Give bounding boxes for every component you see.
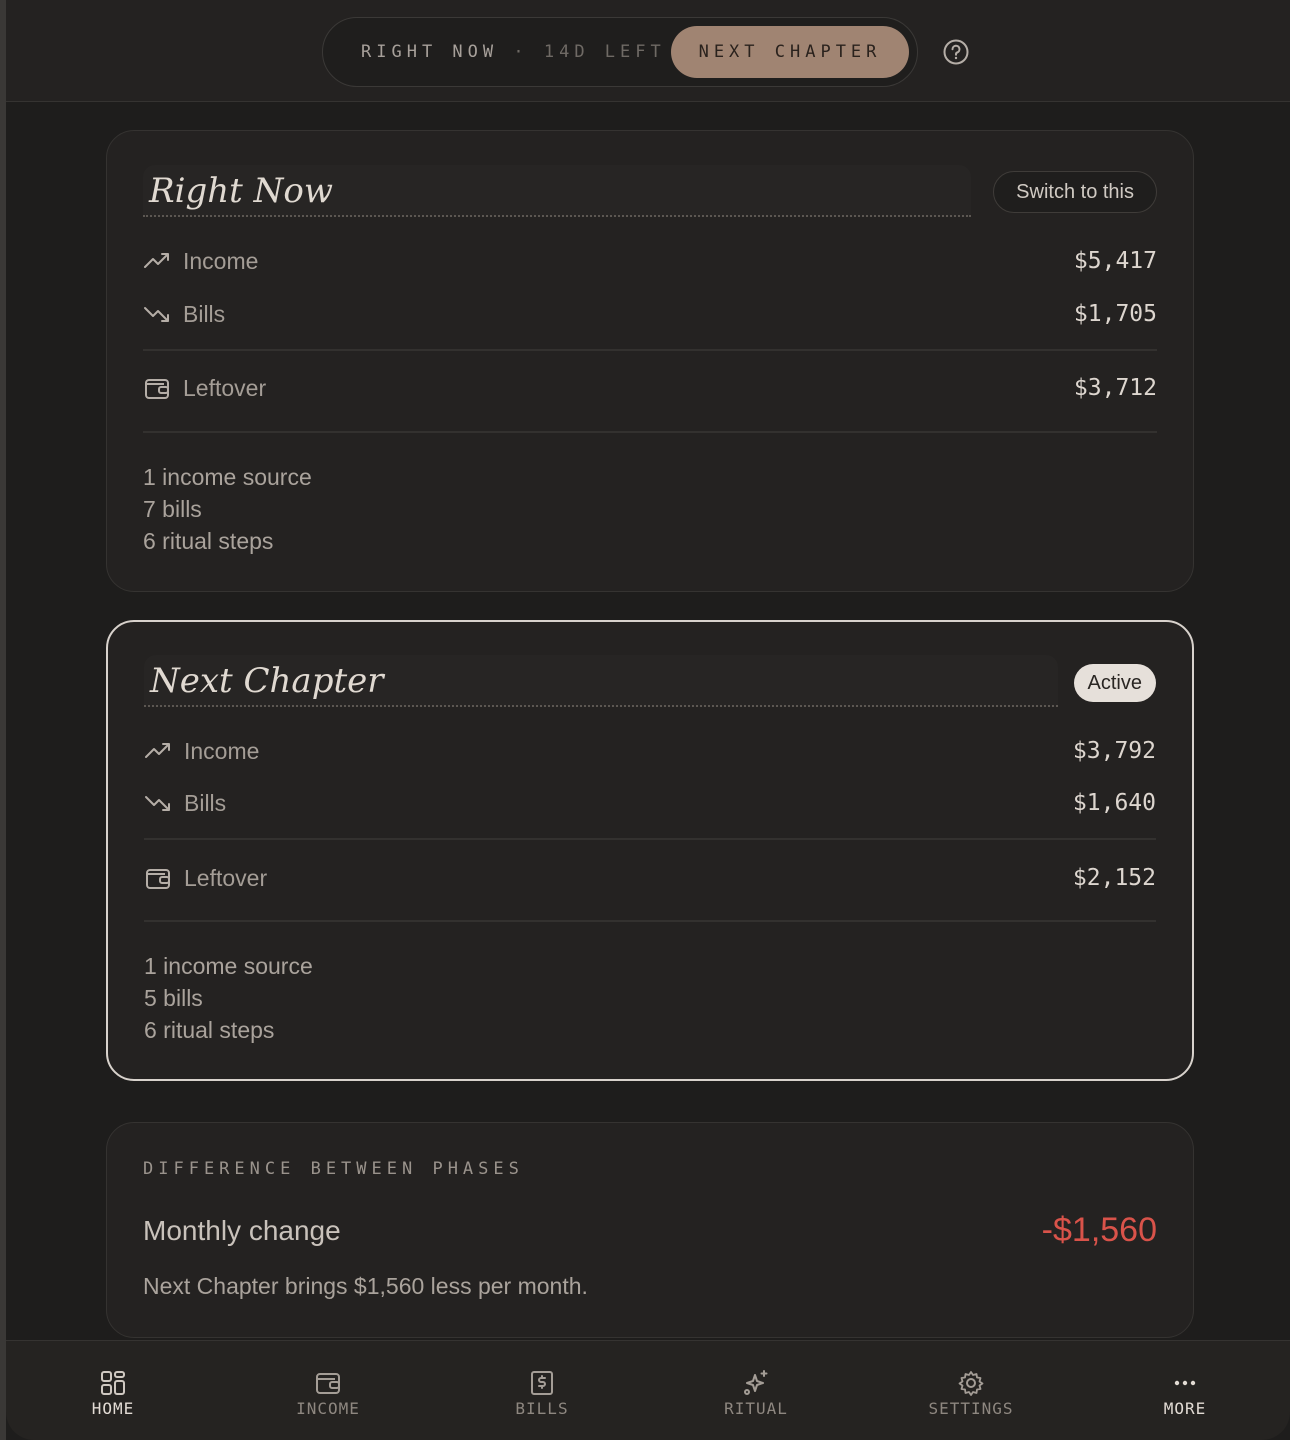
- phase-segmented-control: RIGHT NOW · 14D LEFT NEXT CHAPTER: [322, 17, 918, 87]
- phase-meta: 1 income source 7 bills 6 ritual steps: [143, 461, 312, 557]
- nav-income[interactable]: INCOME: [248, 1341, 408, 1440]
- bills-value: $1,640: [1072, 790, 1156, 816]
- bills-row: Bills $1,705: [143, 294, 1157, 334]
- segment-right-now-label: RIGHT NOW: [361, 42, 499, 62]
- phase-meta: 1 income source 5 bills 6 ritual steps: [144, 950, 313, 1046]
- nav-home[interactable]: HOME: [33, 1341, 193, 1440]
- nav-more[interactable]: MORE: [1105, 1341, 1265, 1440]
- trending-up-icon: [144, 253, 169, 268]
- bills-label: Bills: [184, 790, 227, 816]
- leftover-value: $3,712: [1073, 375, 1157, 401]
- phase-name-field[interactable]: Next Chapter: [144, 655, 1058, 707]
- receipt-dollar-icon: [531, 1371, 553, 1395]
- meta-ritual-steps: 6 ritual steps: [143, 528, 274, 554]
- leftover-row: Leftover $2,152: [144, 858, 1156, 898]
- phase-card-right-now: Right Now Switch to this Income $5,417 B…: [106, 130, 1194, 592]
- income-row: Income $3,792: [144, 731, 1156, 771]
- meta-income-sources: 1 income source: [144, 953, 313, 979]
- nav-ritual-label: RITUAL: [724, 1399, 788, 1418]
- phase-name-field[interactable]: Right Now: [143, 165, 971, 217]
- phase-card-next-chapter: Next Chapter Active Income $3,792 Bills …: [106, 620, 1194, 1081]
- income-row: Income $5,417: [143, 241, 1157, 281]
- switch-to-phase-button[interactable]: Switch to this: [993, 171, 1157, 213]
- gear-icon: [958, 1371, 984, 1396]
- leftover-value: $2,152: [1072, 865, 1156, 891]
- nav-bills-label: BILLS: [515, 1399, 569, 1418]
- meta-income-sources: 1 income source: [143, 464, 312, 490]
- active-badge: Active: [1073, 664, 1156, 702]
- trending-up-icon: [145, 743, 170, 758]
- difference-title: DIFFERENCE BETWEEN PHASES: [143, 1159, 524, 1179]
- meta-bills-count: 5 bills: [144, 985, 203, 1011]
- nav-income-label: INCOME: [296, 1399, 360, 1418]
- help-circle-icon[interactable]: [942, 38, 970, 66]
- nav-ritual[interactable]: RITUAL: [676, 1341, 836, 1440]
- leftover-label: Leftover: [183, 375, 267, 401]
- monthly-change-value: -$1,560: [1041, 1211, 1157, 1249]
- meta-bills-count: 7 bills: [143, 496, 202, 522]
- top-bar: RIGHT NOW · 14D LEFT NEXT CHAPTER: [6, 0, 1290, 102]
- nav-settings[interactable]: SETTINGS: [891, 1341, 1051, 1440]
- income-value: $5,417: [1073, 248, 1157, 274]
- nav-bills[interactable]: BILLS: [462, 1341, 622, 1440]
- segment-days-left: · 14D LEFT: [513, 42, 666, 62]
- more-dots-icon: [1174, 1380, 1196, 1386]
- income-value: $3,792: [1072, 738, 1156, 764]
- divider: [144, 920, 1156, 922]
- monthly-change-label: Monthly change: [143, 1215, 341, 1246]
- wallet-icon: [316, 1373, 340, 1394]
- leftover-label: Leftover: [184, 865, 268, 891]
- trending-down-icon: [145, 796, 170, 811]
- difference-note: Next Chapter brings $1,560 less per mont…: [143, 1273, 588, 1299]
- divider: [143, 349, 1157, 351]
- bills-label: Bills: [183, 301, 226, 327]
- wallet-icon: [145, 379, 169, 399]
- sparkles-icon: [744, 1370, 768, 1395]
- divider: [143, 431, 1157, 433]
- bottom-nav: HOME INCOME BILLS RITUAL SETTINGS MORE: [6, 1340, 1290, 1440]
- nav-more-label: MORE: [1163, 1399, 1207, 1418]
- grid-icon: [101, 1371, 125, 1395]
- wallet-icon: [146, 869, 170, 889]
- bills-row: Bills $1,640: [144, 783, 1156, 823]
- income-label: Income: [183, 248, 259, 274]
- difference-card: DIFFERENCE BETWEEN PHASES Monthly change…: [106, 1122, 1194, 1338]
- segment-next-chapter[interactable]: NEXT CHAPTER: [671, 26, 909, 78]
- nav-home-label: HOME: [91, 1399, 135, 1418]
- meta-ritual-steps: 6 ritual steps: [144, 1017, 275, 1043]
- divider: [144, 838, 1156, 840]
- trending-down-icon: [144, 307, 169, 322]
- segment-right-now[interactable]: RIGHT NOW · 14D LEFT: [361, 18, 666, 86]
- bills-value: $1,705: [1073, 301, 1157, 327]
- nav-settings-label: SETTINGS: [928, 1399, 1014, 1418]
- income-label: Income: [184, 738, 260, 764]
- leftover-row: Leftover $3,712: [143, 368, 1157, 408]
